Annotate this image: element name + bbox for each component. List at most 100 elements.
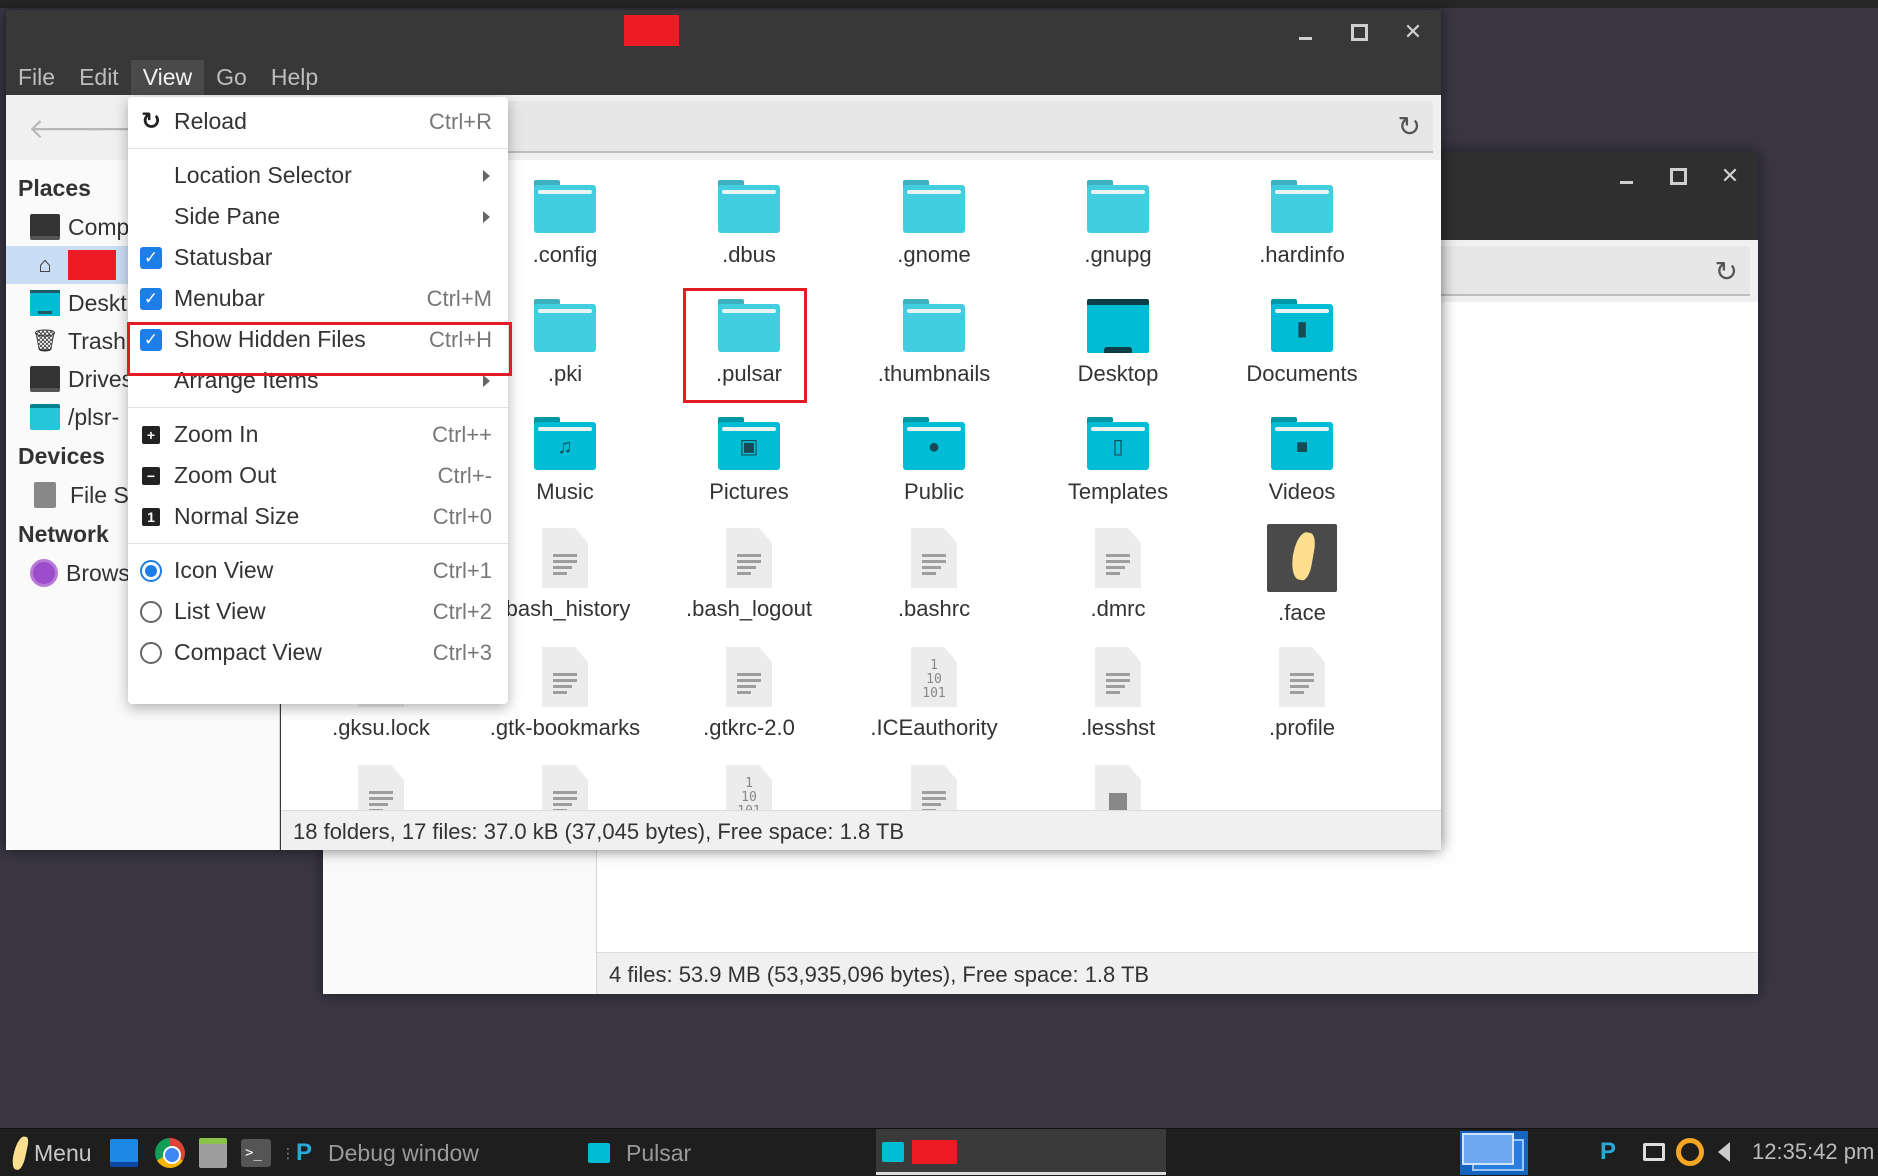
menu-item-list-view[interactable]: List View Ctrl+2 [128, 591, 508, 632]
folder-icon [534, 180, 596, 234]
folder-pictures-icon: ▣ [718, 417, 780, 471]
computer-icon [30, 214, 60, 240]
radio-selected-icon [128, 559, 174, 582]
file-item[interactable]: .profile [1212, 647, 1392, 741]
file-item[interactable]: 1 10 101 .ICEauthority [844, 647, 1024, 741]
menu-item-zoom-in[interactable]: + Zoom In Ctrl++ [128, 414, 508, 455]
launcher-file-manager[interactable] [110, 1129, 138, 1176]
menu-item-normal-size[interactable]: 1 Normal Size Ctrl+0 [128, 496, 508, 537]
chrome-icon [155, 1138, 185, 1168]
desktop-icon [30, 290, 60, 316]
file-item[interactable] [844, 765, 1024, 810]
file-item[interactable]: Desktop [1028, 299, 1208, 387]
display-icon [1643, 1143, 1665, 1161]
file-item[interactable]: ■ Videos [1212, 417, 1392, 505]
folder-icon [903, 299, 965, 353]
menu-item-location-selector[interactable]: Location Selector [128, 155, 508, 196]
tray-sync[interactable] [1676, 1128, 1704, 1176]
text-file-icon [1095, 528, 1141, 588]
file-item[interactable]: ▣ Pictures [659, 417, 839, 505]
minimize-button[interactable] [1614, 164, 1638, 188]
folder-icon [1087, 180, 1149, 234]
launcher-archive[interactable] [199, 1129, 227, 1176]
file-name: .ICEauthority [870, 715, 998, 740]
reload-icon[interactable]: ↻ [1398, 110, 1421, 143]
close-button[interactable]: ✕ [1718, 163, 1742, 188]
file-item[interactable]: 110101 [659, 765, 839, 810]
reload-icon[interactable]: ↻ [1715, 255, 1738, 288]
file-item[interactable]: .bash_logout [659, 528, 839, 622]
menu-item-shortcut: Ctrl+3 [432, 639, 492, 665]
text-file-icon [726, 528, 772, 588]
pulsar-tray-icon: P [1600, 1138, 1617, 1165]
menu-help[interactable]: Help [259, 60, 330, 96]
file-item[interactable]: .bashrc [844, 528, 1024, 622]
file-item[interactable]: .hardinfo [1212, 180, 1392, 268]
text-file-icon [911, 528, 957, 588]
file-item[interactable]: ▮ Documents [1212, 299, 1392, 387]
menu-item-shortcut: Ctrl++ [432, 421, 492, 447]
file-item[interactable]: .gtkrc-2.0 [659, 647, 839, 741]
tray-display[interactable] [1643, 1128, 1665, 1176]
file-name: Public [904, 479, 964, 504]
maximize-button[interactable] [1347, 20, 1371, 44]
radio-unselected-icon [128, 641, 174, 664]
menu-go[interactable]: Go [204, 60, 259, 96]
folder-icon [882, 1142, 904, 1162]
menu-item-reload[interactable]: ↻ Reload Ctrl+R [128, 101, 508, 142]
archive-icon [199, 1138, 227, 1168]
file-item[interactable]: .dbus [659, 180, 839, 268]
trash-file-icon [1095, 765, 1141, 810]
tray-volume[interactable] [1718, 1128, 1730, 1176]
redacted-home-label [68, 250, 116, 280]
close-button[interactable]: ✕ [1401, 19, 1425, 44]
desktop-folder-icon [1087, 299, 1149, 353]
file-item[interactable]: .gnupg [1028, 180, 1208, 268]
file-item[interactable] [291, 765, 471, 810]
window-controls: ✕ [1614, 163, 1742, 188]
file-name: .bash_logout [686, 596, 812, 621]
file-item[interactable] [1028, 765, 1208, 810]
zoom-out-icon: − [128, 466, 174, 485]
menu-item-side-pane[interactable]: Side Pane [128, 196, 508, 237]
screen-top-edge [0, 0, 1878, 8]
menu-item-zoom-out[interactable]: − Zoom Out Ctrl+- [128, 455, 508, 496]
file-item[interactable]: ▯ Templates [1028, 417, 1208, 505]
file-item[interactable]: .gnome [844, 180, 1024, 268]
task-active-window[interactable] [876, 1129, 1166, 1175]
menu-edit[interactable]: Edit [67, 60, 131, 96]
start-menu-button[interactable]: Menu [10, 1129, 92, 1176]
task-debug-window[interactable]: P Debug window [296, 1129, 479, 1176]
launcher-terminal[interactable]: >_ [241, 1129, 271, 1176]
launcher-chrome[interactable] [155, 1129, 185, 1176]
disk-icon [34, 482, 56, 508]
menu-item-statusbar[interactable]: ✓ Statusbar [128, 237, 508, 278]
tray-pulsar[interactable]: P [1600, 1128, 1616, 1176]
window-controls: ✕ [1293, 19, 1425, 44]
file-item[interactable]: .lesshst [1028, 647, 1208, 741]
file-item[interactable]: .face [1212, 524, 1392, 626]
maximize-button[interactable] [1666, 164, 1690, 188]
menu-item-icon-view[interactable]: Icon View Ctrl+1 [128, 550, 508, 591]
folder-videos-icon: ■ [1271, 417, 1333, 471]
menu-item-label: Normal Size [174, 503, 300, 529]
menu-item-compact-view[interactable]: Compact View Ctrl+3 [128, 632, 508, 673]
file-item[interactable] [475, 765, 655, 810]
binary-file-icon: 110101 [911, 647, 957, 707]
minimize-button[interactable] [1293, 20, 1317, 44]
file-name: .gtk-bookmarks [489, 715, 641, 740]
workspace-pager[interactable] [1460, 1131, 1528, 1175]
file-name: .gnupg [1084, 242, 1152, 267]
checkbox-checked-icon: ✓ [128, 246, 174, 269]
file-item[interactable]: .dmrc [1028, 528, 1208, 622]
task-pulsar[interactable]: Pulsar [588, 1129, 691, 1176]
menu-view[interactable]: View [130, 60, 205, 96]
clock[interactable]: 12:35:42 pm [1752, 1128, 1874, 1176]
menu-item-menubar[interactable]: ✓ Menubar Ctrl+M [128, 278, 508, 319]
folder-public-icon: ● [903, 417, 965, 471]
file-item[interactable]: .thumbnails [844, 299, 1024, 387]
menu-item-shortcut: Ctrl+- [437, 462, 492, 488]
trash-icon: 🗑 [31, 328, 59, 353]
menu-file[interactable]: File [6, 60, 67, 96]
file-item[interactable]: ● Public [844, 417, 1024, 505]
